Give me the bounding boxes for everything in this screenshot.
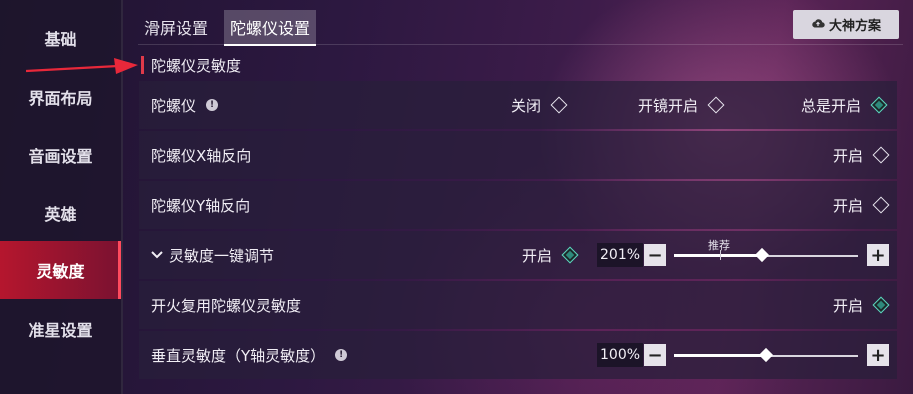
one-key-slider-fill	[674, 254, 763, 257]
gyro-mode-row: 陀螺仪 ! 关闭 开镜开启 总是开启	[139, 81, 897, 129]
tab-swipe-settings[interactable]: 滑屏设置	[138, 10, 214, 44]
tab-gyro-settings[interactable]: 陀螺仪设置	[224, 10, 317, 46]
fire-reuse-option-label: 开启	[833, 296, 864, 315]
one-key-adjust-option-label: 开启	[522, 246, 553, 265]
gyro-option-scope-label: 开镜开启	[638, 96, 699, 115]
sidebar-item-audio-video[interactable]: 音画设置	[0, 126, 121, 184]
vertical-slider-thumb[interactable]	[758, 347, 774, 363]
chevron-down-icon	[151, 248, 163, 263]
gyro-label: 陀螺仪	[151, 96, 197, 115]
sidebar-item-sensitivity[interactable]: 灵敏度	[0, 241, 121, 299]
pro-plan-label: 大神方案	[828, 19, 881, 34]
fire-reuse-row: 开火复用陀螺仪灵敏度 开启	[139, 281, 897, 329]
info-icon[interactable]: !	[206, 99, 219, 111]
section-marker	[141, 56, 144, 74]
one-key-slider-thumb[interactable]	[755, 247, 770, 263]
vertical-decrease-button[interactable]: −	[644, 344, 666, 366]
gyro-y-invert-label: 陀螺仪Y轴反向	[151, 196, 251, 215]
checkbox-diamond-icon	[872, 146, 890, 164]
checkbox-diamond-checked-icon	[872, 296, 890, 314]
radio-diamond-checked-icon	[870, 96, 888, 114]
info-icon[interactable]: !	[335, 349, 348, 361]
cloud-icon	[811, 17, 825, 33]
recommend-label: 推荐	[708, 239, 730, 252]
vertical-sensitivity-label-wrap: 垂直灵敏度（Y轴灵敏度） !	[151, 331, 348, 379]
vertical-increase-button[interactable]: +	[867, 344, 889, 366]
one-key-adjust-label-wrap[interactable]: 灵敏度一键调节	[151, 231, 274, 279]
radio-diamond-icon	[550, 96, 568, 114]
gyro-option-always[interactable]: 总是开启	[801, 81, 888, 129]
fire-reuse-toggle[interactable]: 开启	[833, 281, 890, 329]
pro-plan-button[interactable]: 大神方案	[793, 10, 899, 39]
one-key-adjust-label: 灵敏度一键调节	[169, 246, 275, 265]
checkbox-diamond-checked-icon	[561, 246, 579, 264]
gyro-x-invert-option-label: 开启	[833, 146, 864, 165]
sidebar-item-hero[interactable]: 英雄	[0, 184, 121, 242]
vertical-sensitivity-row: 垂直灵敏度（Y轴灵敏度） ! 100% − +	[139, 331, 897, 379]
gyro-y-invert-option-label: 开启	[833, 196, 864, 215]
gyro-option-off-label: 关闭	[511, 96, 542, 115]
sidebar-item-crosshair[interactable]: 准星设置	[0, 300, 121, 358]
gyro-x-invert-label: 陀螺仪X轴反向	[151, 146, 252, 165]
vertical-percent: 100%	[597, 343, 644, 367]
one-key-percent: 201%	[597, 243, 644, 267]
gyro-option-always-label: 总是开启	[801, 96, 862, 115]
tab-divider	[138, 44, 903, 45]
checkbox-diamond-icon	[872, 196, 890, 214]
gyro-label-wrap: 陀螺仪 !	[151, 81, 219, 129]
section-title: 陀螺仪灵敏度	[151, 57, 242, 75]
radio-diamond-icon	[707, 96, 725, 114]
gyro-y-invert-toggle[interactable]: 开启	[833, 181, 890, 229]
one-key-decrease-button[interactable]: −	[644, 244, 666, 266]
one-key-adjust-toggle[interactable]: 开启	[522, 231, 579, 279]
gyro-y-invert-row: 陀螺仪Y轴反向 开启	[139, 181, 897, 229]
gyro-option-scope[interactable]: 开镜开启	[638, 81, 725, 129]
gyro-x-invert-row: 陀螺仪X轴反向 开启	[139, 131, 897, 179]
one-key-adjust-row: 灵敏度一键调节 开启 201% − 推荐 +	[139, 231, 897, 279]
fire-reuse-label: 开火复用陀螺仪灵敏度	[151, 296, 302, 315]
one-key-increase-button[interactable]: +	[867, 244, 889, 266]
vertical-slider-fill	[674, 354, 766, 357]
gyro-x-invert-toggle[interactable]: 开启	[833, 131, 890, 179]
gyro-option-off[interactable]: 关闭	[511, 81, 568, 129]
annotation-arrow	[26, 58, 138, 74]
vertical-sensitivity-label: 垂直灵敏度（Y轴灵敏度）	[151, 346, 326, 365]
